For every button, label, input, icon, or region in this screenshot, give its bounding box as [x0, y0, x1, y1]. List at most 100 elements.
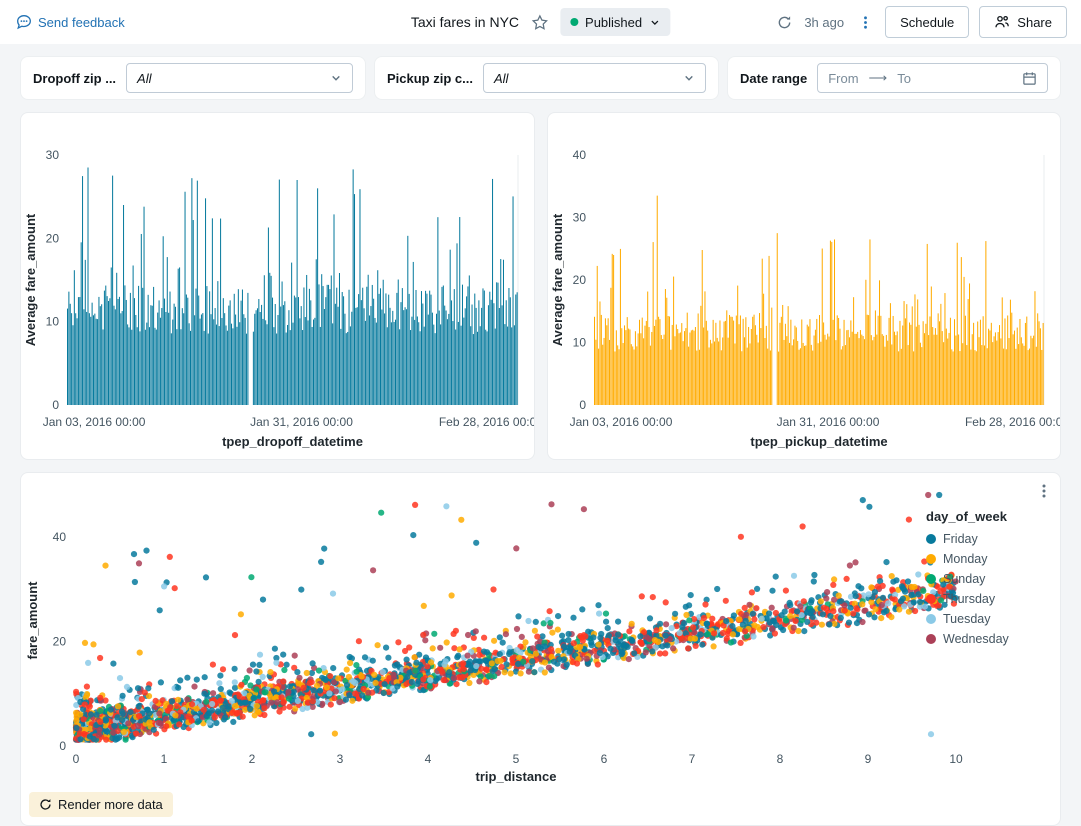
x-axis-title: tpep_pickup_datetime [750, 434, 887, 449]
y-tick-label: 20 [53, 634, 67, 648]
x-tick-label: Jan 31, 2016 00:00 [250, 415, 353, 429]
date-range-input[interactable]: From ⟶ To [817, 63, 1048, 93]
kebab-icon [1036, 483, 1052, 499]
y-tick-label: 0 [59, 739, 66, 753]
x-tick-label: 7 [689, 752, 696, 766]
legend-item-thursday[interactable]: Thursday [926, 592, 1060, 606]
y-tick-label: 30 [573, 211, 587, 225]
legend-dot [926, 614, 936, 624]
send-feedback-link[interactable]: Send feedback [16, 14, 125, 30]
dropoff-bar-chart[interactable]: 0102030Jan 03, 2016 00:00Jan 31, 2016 00… [21, 113, 534, 459]
x-tick-label: 9 [865, 752, 872, 766]
last-refreshed-label: 3h ago [804, 15, 844, 30]
legend-item-sunday[interactable]: Sunday [926, 572, 1060, 586]
dashboard-page: Send feedback Taxi fares in NYC Publishe… [0, 0, 1081, 826]
legend-item-friday[interactable]: Friday [926, 532, 1060, 546]
publish-status-label: Published [585, 15, 642, 30]
y-tick-label: 0 [579, 398, 586, 412]
title-group: Taxi fares in NYC Published [411, 8, 670, 36]
published-dot [570, 18, 578, 26]
date-to-placeholder: To [897, 71, 911, 86]
y-axis-title: Average fare_amount [550, 213, 565, 346]
render-more-data-button[interactable]: Render more data [29, 792, 173, 817]
legend-item-wednesday[interactable]: Wednesday [926, 632, 1060, 646]
schedule-button[interactable]: Schedule [885, 6, 969, 38]
y-tick-label: 10 [573, 336, 587, 350]
date-range-label: Date range [740, 71, 807, 86]
y-tick-label: 0 [52, 398, 59, 412]
star-icon [531, 14, 548, 31]
send-feedback-label: Send feedback [38, 15, 125, 30]
y-tick-label: 20 [46, 231, 60, 245]
x-tick-label: 6 [601, 752, 608, 766]
x-axis-title: trip_distance [476, 769, 557, 784]
favorite-star-button[interactable] [529, 12, 550, 33]
dropoff-filter-label: Dropoff zip ... [33, 71, 116, 86]
legend-dot [926, 554, 936, 564]
x-tick-label: 0 [73, 752, 80, 766]
scatter-legend: day_of_week Friday Monday Sunday Thursday Tue… [926, 509, 1060, 646]
legend-label: Thursday [943, 592, 995, 606]
chevron-down-icon [649, 17, 660, 28]
filter-pickup-zip: Pickup zip c... All [374, 56, 719, 100]
dropoff-filter-select[interactable]: All [126, 63, 353, 93]
publish-status-dropdown[interactable]: Published [560, 8, 670, 36]
fare-distance-scatter-chart[interactable]: 0 20 40 0 1 2 3 4 5 6 7 8 9 10 trip_distance fare_amoun… [21, 473, 1060, 825]
dropoff-chart-card: 0102030Jan 03, 2016 00:00Jan 31, 2016 00… [20, 112, 535, 460]
y-tick-label: 30 [46, 148, 60, 162]
y-tick-label: 20 [573, 273, 587, 287]
share-label: Share [1017, 15, 1052, 30]
x-axis-title: tpep_dropoff_datetime [222, 434, 363, 449]
scatter-kebab-menu[interactable] [1034, 481, 1054, 501]
filter-dropoff-zip: Dropoff zip ... All [20, 56, 366, 100]
pickup-filter-select[interactable]: All [483, 63, 706, 93]
legend-item-monday[interactable]: Monday [926, 552, 1060, 566]
x-tick-label: 4 [425, 752, 432, 766]
legend-label: Tuesday [943, 612, 990, 626]
legend-label: Monday [943, 552, 987, 566]
x-tick-label: 2 [249, 752, 256, 766]
legend-label: Friday [943, 532, 978, 546]
x-tick-label: 5 [513, 752, 520, 766]
legend-label: Sunday [943, 572, 985, 586]
calendar-icon [1022, 71, 1037, 86]
schedule-label: Schedule [900, 15, 954, 30]
refresh-button[interactable] [775, 13, 794, 32]
chevron-down-icon [683, 72, 695, 84]
x-tick-label: Jan 03, 2016 00:00 [43, 415, 146, 429]
legend-dot [926, 534, 936, 544]
x-tick-label: Feb 28, 2016 00:00 [439, 415, 534, 429]
x-tick-label: 3 [337, 752, 344, 766]
x-tick-label: Jan 03, 2016 00:00 [570, 415, 673, 429]
date-arrow: ⟶ [869, 70, 888, 86]
chevron-down-icon [330, 72, 342, 84]
x-tick-label: 8 [777, 752, 784, 766]
x-tick-label: 10 [949, 752, 963, 766]
x-tick-label: Feb 28, 2016 00:00 [965, 415, 1060, 429]
pickup-filter-value: All [494, 71, 675, 86]
legend-label: Wednesday [943, 632, 1009, 646]
share-button[interactable]: Share [979, 6, 1067, 38]
legend-dot [926, 634, 936, 644]
x-tick-label: Jan 31, 2016 00:00 [777, 415, 880, 429]
kebab-icon [858, 15, 873, 30]
legend-dot [926, 574, 936, 584]
top-bar: Send feedback Taxi fares in NYC Publishe… [0, 0, 1081, 44]
dashboard-title: Taxi fares in NYC [411, 14, 519, 30]
x-tick-label: 1 [161, 752, 168, 766]
pickup-bar-chart[interactable]: 0 10 20 30 40 Jan 03, 2016 00:00 Jan 31, 2016 … [548, 113, 1060, 459]
refresh-icon [39, 798, 52, 811]
y-tick-label: 40 [53, 530, 67, 544]
legend-item-tuesday[interactable]: Tuesday [926, 612, 1060, 626]
y-axis-title: Average fare_amount [23, 213, 38, 346]
pickup-chart-card: 0 10 20 30 40 Jan 03, 2016 00:00 Jan 31, 2016 … [547, 112, 1061, 460]
render-more-label: Render more data [58, 797, 163, 812]
filter-date-range: Date range From ⟶ To [727, 56, 1061, 100]
header-kebab-menu[interactable] [856, 13, 875, 32]
y-axis-title: fare_amount [25, 581, 40, 660]
refresh-icon [777, 15, 792, 30]
pickup-filter-label: Pickup zip c... [387, 71, 473, 86]
date-from-placeholder: From [828, 71, 858, 86]
y-tick-label: 40 [573, 148, 587, 162]
legend-title: day_of_week [926, 509, 1060, 524]
